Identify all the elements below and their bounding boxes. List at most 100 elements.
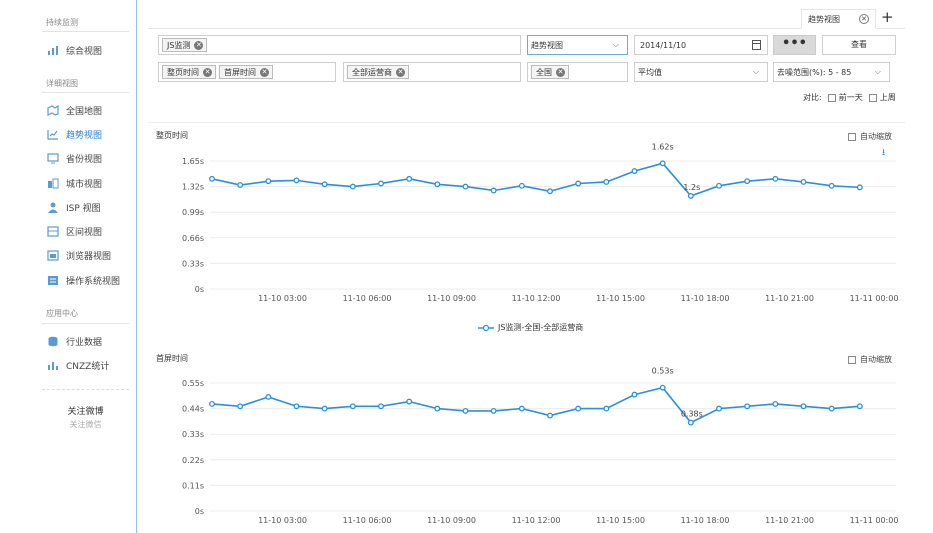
data-point bbox=[716, 405, 722, 412]
data-point bbox=[828, 182, 835, 189]
data-point bbox=[490, 187, 497, 194]
add-tab-button[interactable]: + bbox=[881, 8, 894, 26]
sidebar-item-overview[interactable]: 综合视图 bbox=[47, 42, 102, 58]
data-label: 0.53s bbox=[652, 367, 674, 376]
noise-range-value: 去噪范围(%): 5 - 85 bbox=[777, 67, 852, 77]
data-point bbox=[603, 405, 610, 412]
sidebar-item-isp[interactable]: ISP 视图 bbox=[47, 199, 101, 215]
calendar-icon[interactable] bbox=[752, 40, 761, 50]
query-button[interactable]: 查看 bbox=[822, 35, 896, 55]
legend-label: JS监测-全国-全部运营商 bbox=[498, 323, 584, 332]
data-point bbox=[434, 181, 441, 188]
remove-tag-icon[interactable]: ✕ bbox=[396, 67, 405, 77]
sidebar-item-province[interactable]: 省份视图 bbox=[47, 150, 102, 166]
x-tick-label: 11-10 03:00 bbox=[258, 516, 307, 525]
follow-wechat-link[interactable]: 关注微信 bbox=[42, 419, 129, 430]
data-point bbox=[716, 182, 722, 189]
filter-tag[interactable]: 全国 ✕ bbox=[531, 65, 569, 79]
x-tick-label: 11-11 00:00 bbox=[850, 516, 899, 525]
filter-tag[interactable]: 整页时间 ✕ bbox=[162, 65, 216, 79]
more-button[interactable]: ••• bbox=[773, 35, 816, 55]
sidebar-section-monitor: 持续监测 bbox=[46, 18, 78, 27]
follow-block[interactable]: 关注微博 关注微信 bbox=[42, 404, 129, 430]
data-point bbox=[772, 175, 779, 182]
compare-last-week-checkbox[interactable] bbox=[868, 93, 877, 102]
filter-tag[interactable]: 全部运营商 ✕ bbox=[347, 65, 409, 79]
filter-tag[interactable]: 首屏时间 ✕ bbox=[219, 65, 273, 79]
sidebar-item-label: ISP 视图 bbox=[66, 203, 101, 214]
data-point bbox=[547, 188, 553, 195]
follow-weibo-link[interactable]: 关注微博 bbox=[42, 404, 129, 417]
y-tick-label: 0.33s bbox=[182, 430, 204, 439]
remove-tag-icon[interactable]: ✕ bbox=[260, 67, 269, 77]
view-select[interactable]: 趋势视图 ⌵ bbox=[527, 35, 628, 55]
user-icon bbox=[47, 201, 59, 213]
section-divider bbox=[148, 122, 905, 123]
sidebar-item-range[interactable]: 区间视图 bbox=[47, 223, 102, 239]
y-tick-label: 0s bbox=[195, 507, 204, 516]
remove-tag-icon[interactable]: ✕ bbox=[556, 67, 565, 77]
data-point bbox=[293, 177, 300, 184]
sidebar-item-os[interactable]: 操作系统视图 bbox=[47, 272, 120, 288]
data-point bbox=[631, 391, 638, 398]
view-select-value: 趋势视图 bbox=[531, 40, 563, 50]
filter-tag-label: 全国 bbox=[536, 67, 552, 77]
y-tick-label: 0.33s bbox=[182, 259, 204, 268]
sidebar-item-label: 城市视图 bbox=[66, 179, 103, 190]
browser-icon bbox=[47, 249, 59, 261]
legend-line-icon bbox=[478, 324, 494, 331]
range-icon bbox=[47, 225, 59, 237]
x-tick-label: 11-10 03:00 bbox=[258, 294, 307, 303]
sidebar-item-label: 全国地图 bbox=[66, 106, 103, 117]
data-point bbox=[462, 407, 469, 414]
x-tick-label: 11-10 18:00 bbox=[681, 516, 730, 525]
filter-tag-label: 首屏时间 bbox=[224, 67, 256, 77]
filter-tag-label: 全部运营商 bbox=[352, 67, 392, 77]
remove-tag-icon[interactable]: ✕ bbox=[203, 67, 212, 77]
sidebar-item-browser[interactable]: 浏览器视图 bbox=[47, 247, 111, 263]
compare-options: 对比: 前一天 上周 bbox=[803, 92, 896, 103]
sidebar-item-cnzz[interactable]: CNZZ统计 bbox=[47, 357, 109, 373]
remove-tag-icon[interactable]: ✕ bbox=[194, 40, 204, 50]
sidebar-item-trend[interactable]: 趋势视图 bbox=[47, 126, 102, 142]
x-tick-label: 11-10 21:00 bbox=[765, 294, 814, 303]
date-picker[interactable]: 2014/11/10 bbox=[634, 35, 768, 55]
sidebar-item-map[interactable]: 全国地图 bbox=[47, 102, 102, 118]
data-point bbox=[687, 192, 694, 199]
sidebar-item-city[interactable]: 城市视图 bbox=[47, 175, 102, 191]
sidebar-item-label: 区间视图 bbox=[66, 227, 103, 238]
data-point bbox=[321, 181, 328, 188]
metric-filter[interactable]: 整页时间 ✕ 首屏时间 ✕ bbox=[158, 62, 336, 82]
compare-last-week-label: 上周 bbox=[879, 93, 896, 102]
noise-range-select[interactable]: 去噪范围(%): 5 - 85 ⌵ bbox=[773, 62, 890, 82]
chevron-down-icon: ⌵ bbox=[612, 40, 619, 49]
sidebar-item-label: 综合视图 bbox=[66, 46, 103, 57]
sidebar-item-label: CNZZ统计 bbox=[66, 361, 110, 372]
data-point bbox=[828, 405, 835, 412]
isp-filter[interactable]: 全部运营商 ✕ bbox=[343, 62, 521, 82]
chart-legend[interactable]: JS监测-全国-全部运营商 bbox=[478, 322, 583, 333]
y-tick-label: 0.66s bbox=[182, 234, 204, 243]
date-value: 2014/11/10 bbox=[640, 40, 687, 50]
sidebar-item-label: 趋势视图 bbox=[66, 130, 103, 141]
filter-tag[interactable]: JS监测 ✕ bbox=[162, 38, 208, 52]
compare-label: 对比: bbox=[803, 93, 822, 102]
region-filter[interactable]: 全国 ✕ bbox=[527, 62, 628, 82]
app-root: 持续监测 综合视图 详细视图 全国地图 趋势视图 省份视图 城市视图 ISP 视… bbox=[0, 0, 933, 533]
sidebar-divider bbox=[42, 92, 129, 93]
aggregation-select[interactable]: 平均值 ⌵ bbox=[634, 62, 768, 82]
data-point bbox=[406, 175, 413, 182]
data-point bbox=[237, 182, 244, 188]
x-tick-label: 11-10 15:00 bbox=[596, 516, 645, 525]
compare-prev-day-checkbox[interactable] bbox=[827, 93, 836, 102]
x-tick-label: 11-10 15:00 bbox=[596, 294, 645, 303]
tab-trend-view[interactable]: 趋势视图 ✕ bbox=[801, 9, 876, 29]
series-line bbox=[211, 386, 860, 424]
sidebar-item-industry[interactable]: 行业数据 bbox=[47, 333, 102, 349]
close-icon[interactable]: ✕ bbox=[859, 14, 869, 24]
database-icon bbox=[47, 335, 59, 347]
data-point bbox=[856, 184, 863, 191]
y-tick-label: 0.55s bbox=[182, 379, 204, 388]
monitor-filter[interactable]: JS监测 ✕ bbox=[158, 35, 521, 55]
data-point bbox=[265, 178, 272, 185]
